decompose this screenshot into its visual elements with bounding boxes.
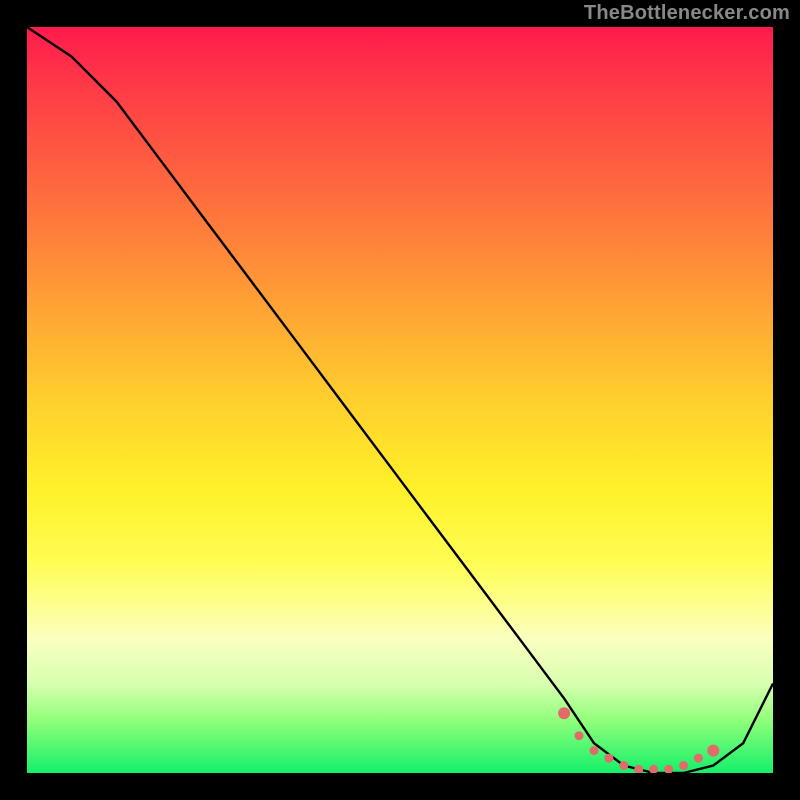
attribution-label: TheBottlenecker.com <box>584 2 790 25</box>
curve-line <box>27 27 773 773</box>
marker-dot <box>664 765 673 773</box>
marker-dot <box>634 765 643 773</box>
chart-frame: TheBottlenecker.com <box>0 0 800 800</box>
marker-cluster <box>558 707 719 773</box>
marker-dot <box>679 761 688 770</box>
marker-dot <box>575 731 584 740</box>
marker-dot <box>649 765 658 773</box>
marker-dot <box>558 707 570 719</box>
marker-dot <box>619 761 628 770</box>
bottleneck-curve <box>27 27 773 773</box>
marker-dot <box>707 745 719 757</box>
marker-dot <box>590 746 599 755</box>
plot-area <box>27 27 773 773</box>
marker-dot <box>694 754 703 763</box>
marker-dot <box>604 754 613 763</box>
